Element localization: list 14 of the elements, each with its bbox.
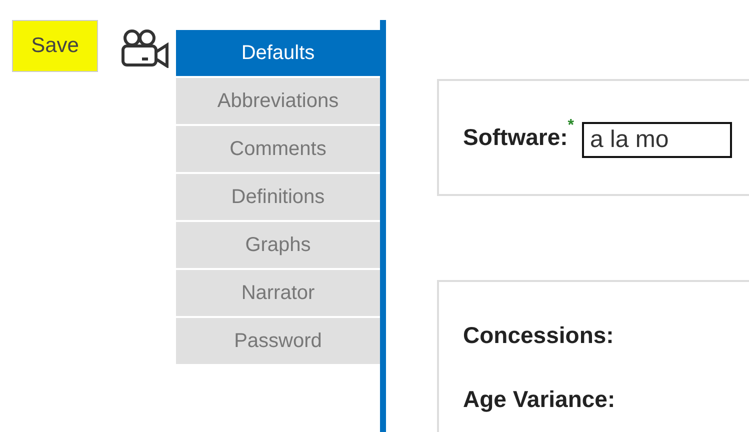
sidebar-tab[interactable]: Abbreviations	[176, 78, 380, 124]
software-label: Software:	[463, 124, 568, 151]
sidebar-tab[interactable]: Defaults	[176, 30, 380, 76]
sidebar-tab[interactable]: Comments	[176, 126, 380, 172]
sidebar-tab[interactable]: Password	[176, 318, 380, 364]
save-button[interactable]: Save	[12, 20, 98, 72]
video-camera-icon[interactable]	[120, 28, 170, 68]
software-input[interactable]: a la mo	[582, 122, 732, 158]
field-label: Age Variance:	[463, 386, 616, 413]
sidebar-tab[interactable]: Graphs	[176, 222, 380, 268]
sidebar-tab[interactable]: Narrator	[176, 270, 380, 316]
required-asterisk: *	[568, 117, 574, 135]
sidebar-tab[interactable]: Definitions	[176, 174, 380, 220]
field-label: Concessions:	[463, 322, 614, 349]
